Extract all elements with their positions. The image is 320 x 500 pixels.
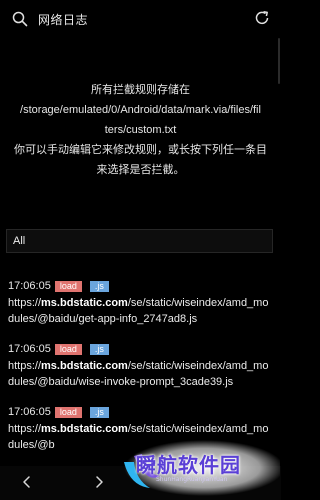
log-url: https://ms.bdstatic.com/se/static/wisein… (8, 295, 273, 327)
forward-icon[interactable] (92, 475, 106, 489)
js-badge: .js (89, 406, 109, 418)
log-url: https://ms.bdstatic.com/se/static/wisein… (8, 358, 273, 390)
log-entry[interactable]: 17:06:05 load .js https://ms.bdstatic.co… (0, 278, 281, 327)
log-entry-header: 17:06:05 load .js (8, 341, 273, 357)
page-title: 网络日志 (38, 13, 89, 27)
log-time: 17:06:05 (8, 280, 51, 292)
url-prefix: https:// (8, 297, 42, 309)
rules-info-text: 所有拦截规则存储在 /storage/emulated/0/Android/da… (0, 80, 281, 180)
url-host: ms.bdstatic.com (41, 423, 128, 435)
refresh-icon[interactable] (254, 10, 270, 26)
load-badge: load (54, 280, 82, 292)
url-host: ms.bdstatic.com (41, 360, 128, 372)
url-prefix: https:// (8, 423, 42, 435)
url-host: ms.bdstatic.com (41, 297, 128, 309)
log-entry[interactable]: 17:06:05 load .js https://ms.bdstatic.co… (0, 341, 281, 390)
info-line: 所有拦截规则存储在 (91, 84, 190, 96)
load-badge: load (54, 406, 82, 418)
scroll-indicator[interactable] (278, 38, 280, 84)
js-badge: .js (89, 343, 109, 355)
info-line: 你可以手动编辑它来修改规则，或长按下列任一条目 (14, 144, 267, 156)
search-icon[interactable] (12, 11, 28, 27)
watermark-text: 瞬航软件园 (136, 453, 241, 477)
log-entry-header: 17:06:05 load .js (8, 278, 273, 294)
back-icon[interactable] (20, 475, 34, 489)
load-badge: load (54, 343, 82, 355)
log-list: 17:06:05 load .js https://ms.bdstatic.co… (0, 278, 281, 467)
info-line: 来选择是否拦截。 (96, 164, 185, 176)
top-bar: 网络日志 (0, 0, 281, 38)
filter-input[interactable] (6, 229, 273, 253)
log-time: 17:06:05 (8, 406, 51, 418)
info-line: ters/custom.txt (104, 124, 177, 136)
js-badge: .js (89, 280, 109, 292)
url-prefix: https:// (8, 360, 42, 372)
watermark-subtext: ShunHangRuanJianYuan (156, 476, 228, 483)
log-entry-header: 17:06:05 load .js (8, 404, 273, 420)
log-time: 17:06:05 (8, 343, 51, 355)
info-line: /storage/emulated/0/Android/data/mark.vi… (20, 104, 261, 116)
